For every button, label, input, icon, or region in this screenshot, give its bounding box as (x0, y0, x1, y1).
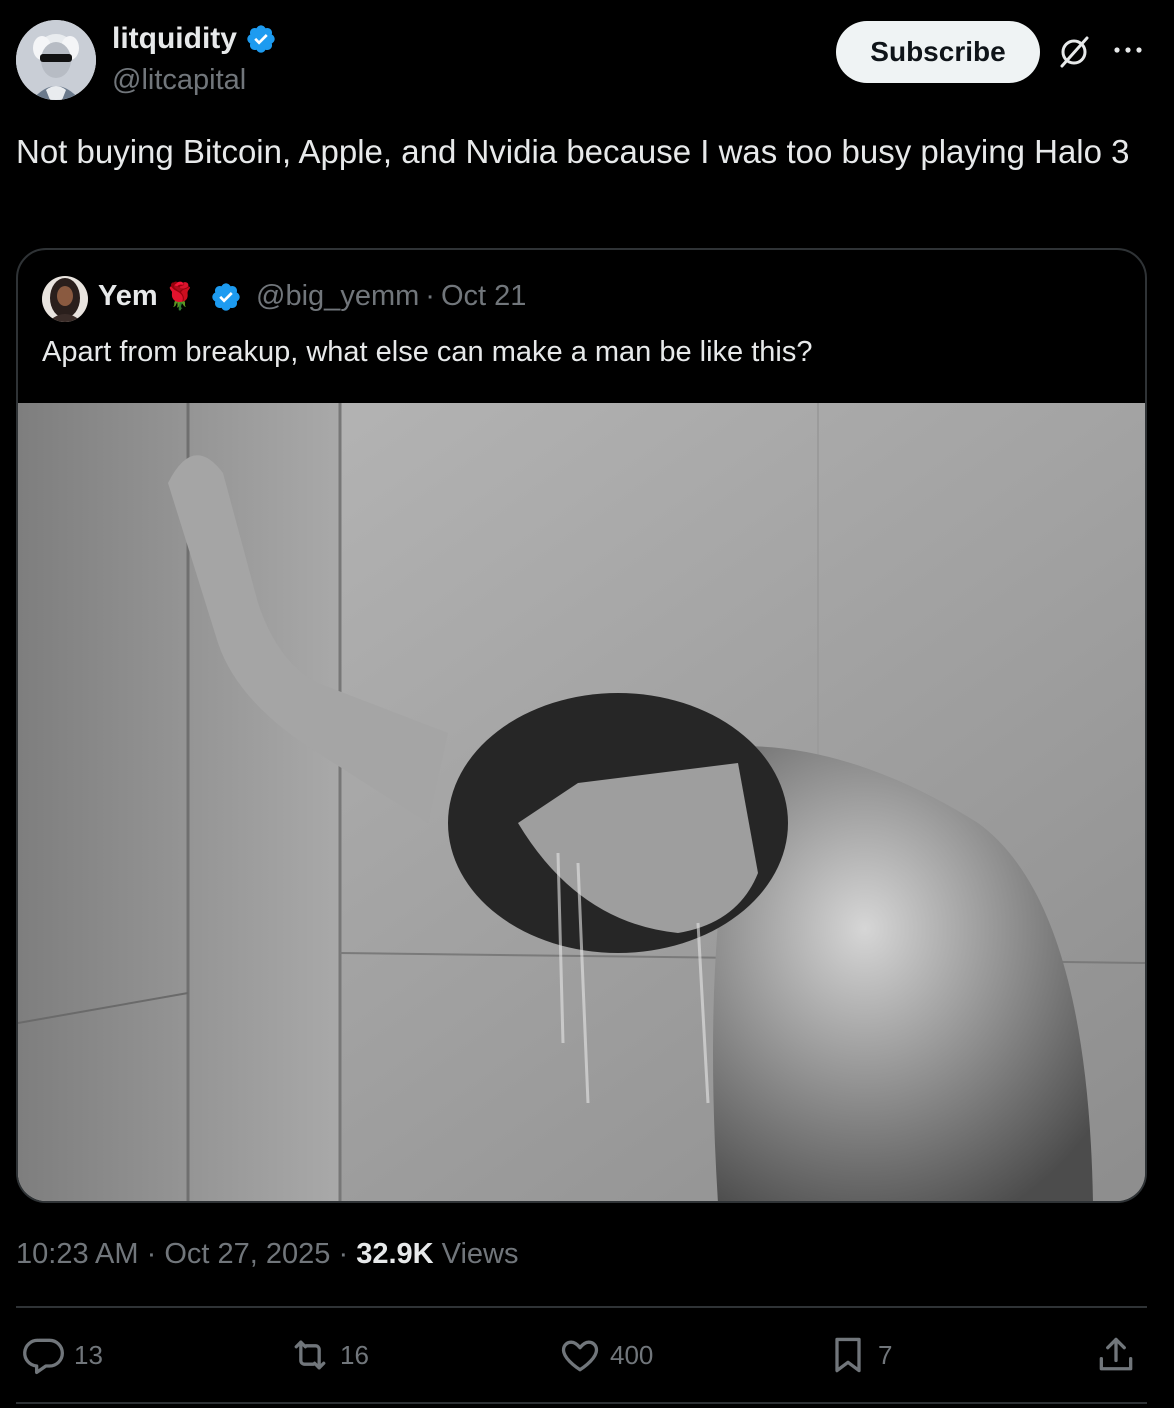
author-name-row: litquidity (112, 22, 277, 56)
subscribe-button[interactable]: Subscribe (836, 21, 1040, 83)
quoted-separator: · (425, 280, 435, 312)
author-display-name[interactable]: litquidity (112, 22, 237, 56)
quoted-handle[interactable]: @big_yemm (256, 280, 419, 313)
tweet-date[interactable]: Oct 27, 2025 (164, 1238, 330, 1270)
quoted-author-avatar[interactable] (42, 276, 88, 322)
meta-separator: · (338, 1238, 349, 1270)
author-handle[interactable]: @litcapital (112, 64, 246, 97)
rose-emoji: 🌹 (163, 281, 197, 311)
like-button[interactable]: 400 (558, 1333, 653, 1377)
grok-icon[interactable] (1056, 34, 1092, 70)
share-icon (1099, 1337, 1133, 1371)
reply-button[interactable]: 13 (22, 1333, 103, 1377)
bookmark-count: 7 (878, 1339, 893, 1370)
tweet-text: Not buying Bitcoin, Apple, and Nvidia be… (16, 133, 1130, 170)
divider (16, 1402, 1147, 1404)
repost-button[interactable]: 16 (288, 1333, 369, 1377)
quoted-text: Apart from breakup, what else can make a… (42, 336, 813, 368)
tweet-meta: 10:23 AM · Oct 27, 2025 · 32.9K Views (16, 1238, 518, 1271)
heart-icon (561, 1340, 599, 1372)
views-label: Views (441, 1238, 519, 1270)
meta-separator: · (146, 1238, 157, 1270)
quoted-date[interactable]: Oct 21 (441, 280, 526, 313)
quoted-tweet-card[interactable]: Yem 🌹 @big_yemm · Oct 21 Apart from brea… (16, 248, 1147, 1203)
repost-icon (294, 1340, 326, 1370)
tweet-page: litquidity @litcapital Subscribe Not buy… (0, 0, 1174, 1408)
divider (16, 1306, 1147, 1308)
bookmark-button[interactable]: 7 (826, 1333, 892, 1377)
share-button[interactable] (1094, 1333, 1138, 1377)
quoted-display-name[interactable]: Yem (98, 280, 158, 313)
like-count: 400 (610, 1339, 654, 1370)
views-count: 32.9K (356, 1238, 434, 1270)
verified-badge-icon (212, 282, 240, 311)
author-avatar[interactable] (16, 20, 96, 100)
bookmark-icon (835, 1337, 861, 1373)
more-icon[interactable] (1110, 38, 1146, 62)
tweet-time[interactable]: 10:23 AM (16, 1238, 139, 1270)
quoted-media-image[interactable] (18, 403, 1145, 1201)
repost-count: 16 (340, 1339, 369, 1370)
quoted-header-row: Yem 🌹 @big_yemm · Oct 21 (98, 280, 526, 313)
reply-icon (23, 1338, 64, 1375)
verified-badge-icon (247, 25, 275, 53)
reply-count: 13 (74, 1339, 103, 1370)
